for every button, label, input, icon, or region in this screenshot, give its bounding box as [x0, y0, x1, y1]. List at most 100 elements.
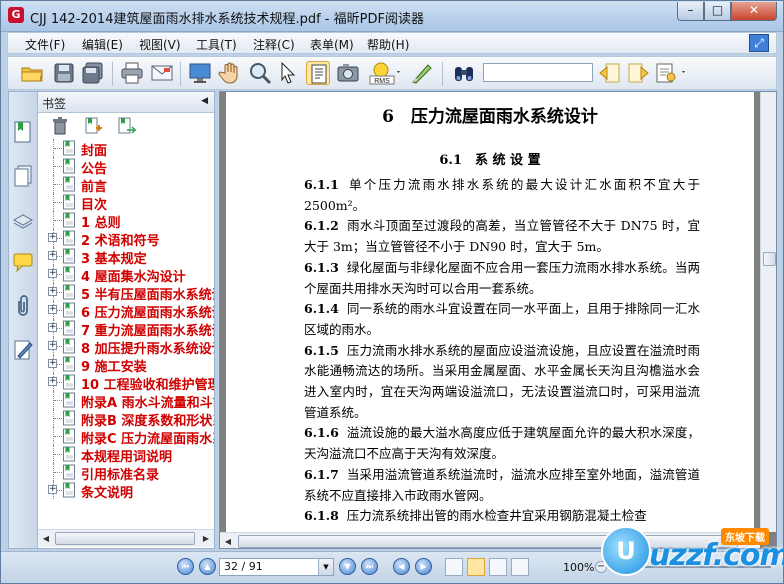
bookmark-item[interactable]: 引用标准名录 — [38, 463, 214, 483]
bookmark-item[interactable]: +6 压力流屋面雨水系统设计 — [38, 301, 214, 321]
bookmark-item[interactable]: +4 屋面集水沟设计 — [38, 265, 214, 285]
bookmark-item[interactable]: + 条文说明 — [38, 481, 214, 501]
select-arrow-icon[interactable] — [276, 61, 300, 85]
email-icon[interactable] — [150, 61, 174, 85]
menu-comment[interactable]: 注释(C) — [253, 36, 295, 53]
continuous-view-icon[interactable] — [467, 558, 485, 576]
restore-layout-icon[interactable]: ⤢ — [749, 34, 769, 52]
print-icon[interactable] — [120, 61, 144, 85]
page-number-input[interactable]: 32 / 91 ▼ — [219, 558, 334, 576]
bookmark-item[interactable]: 附录A 雨水斗流量和斗前水深 — [38, 391, 214, 411]
collapse-panel-button[interactable]: ◀ — [201, 96, 208, 106]
scroll-left-arrow[interactable]: ◀ — [38, 530, 54, 547]
bookmark-item[interactable]: 1 总则 — [38, 211, 214, 231]
expand-bookmark-icon[interactable]: + — [48, 377, 57, 386]
page-dropdown-icon[interactable]: ▼ — [318, 559, 333, 575]
doc-scroll-left-arrow[interactable]: ◀ — [220, 533, 236, 548]
save-as-icon[interactable] — [81, 61, 105, 85]
save-icon[interactable] — [52, 61, 76, 85]
bookmark-scroll-thumb[interactable] — [55, 532, 195, 545]
bookmark-item[interactable]: 前言 — [38, 175, 214, 195]
tree-connector — [54, 436, 62, 437]
bookmark-item[interactable]: +2 术语和符号 — [38, 229, 214, 249]
facing-view-icon[interactable] — [489, 558, 507, 576]
bookmark-page-icon — [62, 482, 77, 498]
back-view-icon[interactable]: ◀ — [393, 558, 410, 575]
comments-tab-icon[interactable] — [12, 250, 34, 274]
previous-page-icon[interactable]: ▲ — [199, 558, 216, 575]
binoculars-icon[interactable] — [452, 61, 476, 85]
annotation-icon[interactable] — [410, 61, 434, 85]
expand-bookmark-icon[interactable]: + — [48, 233, 57, 242]
watermark-badge: 东坡下载 — [721, 528, 769, 545]
bookmark-item[interactable]: +3 基本规定 — [38, 247, 214, 267]
expand-bookmark-icon[interactable]: + — [48, 341, 57, 350]
pages-tab-icon[interactable] — [12, 164, 34, 188]
menu-tools[interactable]: 工具(T) — [196, 36, 237, 53]
bookmark-page-icon — [62, 356, 77, 372]
bookmark-item[interactable]: 附录C 压力流屋面雨水系统 — [38, 427, 214, 447]
bookmark-horizontal-scrollbar[interactable]: ◀ ▶ — [38, 529, 214, 547]
window-title: CJJ 142-2014建筑屋面雨水排水系统技术规程.pdf - 福昕PDF阅读… — [30, 12, 424, 27]
menu-help[interactable]: 帮助(H) — [367, 36, 409, 53]
bookmark-item[interactable]: 封面 — [38, 139, 214, 159]
bookmarks-tab-icon[interactable] — [12, 120, 34, 144]
text-select-icon[interactable] — [306, 61, 330, 85]
close-button[interactable]: ✕ — [731, 2, 777, 21]
expand-bookmark-icon[interactable]: + — [48, 359, 57, 368]
clause-number: 6.1.2 — [304, 218, 339, 234]
first-page-icon[interactable]: ⏮ — [177, 558, 194, 575]
expand-bookmark-icon[interactable]: + — [48, 323, 57, 332]
fullscreen-icon[interactable] — [188, 61, 212, 85]
search-input[interactable] — [483, 63, 593, 82]
menu-edit[interactable]: 编辑(E) — [82, 36, 123, 53]
bookmark-item[interactable]: 本规程用词说明 — [38, 445, 214, 465]
clause-paragraph: 6.1.4 同一系统的雨水斗宜设置在同一水平面上，且用于排除同一汇水区域的雨水。 — [304, 299, 700, 340]
document-vertical-scrollbar[interactable] — [760, 92, 776, 532]
hand-icon[interactable] — [218, 61, 242, 85]
add-bookmark-icon[interactable] — [83, 116, 103, 136]
bookmark-item[interactable]: +9 施工安装 — [38, 355, 214, 375]
bookmark-item[interactable]: +5 半有压屋面雨水系统设计 — [38, 283, 214, 303]
next-result-icon[interactable] — [626, 61, 650, 85]
attachments-tab-icon[interactable] — [12, 294, 34, 318]
bookmark-item[interactable]: +7 重力流屋面雨水系统设计 — [38, 319, 214, 339]
add-child-bookmark-icon[interactable] — [116, 116, 136, 136]
bookmark-item[interactable]: +10 工程验收和维护管理 — [38, 373, 214, 393]
next-page-icon[interactable]: ▼ — [339, 558, 356, 575]
title-bar[interactable]: G CJJ 142-2014建筑屋面雨水排水系统技术规程.pdf - 福昕PDF… — [1, 1, 783, 32]
bookmark-item[interactable]: 目次 — [38, 193, 214, 213]
continuous-facing-view-icon[interactable] — [511, 558, 529, 576]
single-page-view-icon[interactable] — [445, 558, 463, 576]
expand-bookmark-icon[interactable]: + — [48, 251, 57, 260]
signatures-tab-icon[interactable] — [12, 338, 34, 362]
delete-bookmark-icon[interactable] — [50, 116, 70, 136]
expand-bookmark-icon[interactable]: + — [48, 269, 57, 278]
forward-view-icon[interactable]: ▶ — [415, 558, 432, 575]
maximize-button[interactable]: □ — [704, 2, 731, 21]
last-page-icon[interactable]: ⏭ — [361, 558, 378, 575]
bookmark-item[interactable]: 公告 — [38, 157, 214, 177]
bookmark-page-icon — [62, 140, 77, 156]
open-folder-icon[interactable] — [20, 61, 44, 85]
snapshot-icon[interactable] — [336, 61, 360, 85]
expand-bookmark-icon[interactable]: + — [48, 305, 57, 314]
document-scroll-thumb[interactable] — [763, 252, 776, 266]
bookmark-item[interactable]: +8 加压提升雨水系统设计 — [38, 337, 214, 357]
zoom-magnifier-icon[interactable] — [248, 61, 272, 85]
menu-view[interactable]: 视图(V) — [139, 36, 181, 53]
menu-forms[interactable]: 表单(M) — [310, 36, 354, 53]
search-options-icon[interactable] — [654, 61, 688, 85]
layers-tab-icon[interactable] — [12, 208, 34, 232]
minimize-button[interactable]: – — [677, 2, 704, 21]
rms-icon[interactable]: RMS — [368, 61, 402, 85]
expand-bookmark-icon[interactable]: + — [48, 485, 57, 494]
previous-result-icon[interactable] — [598, 61, 622, 85]
bookmark-item[interactable]: 附录B 深度系数和形状系数 — [38, 409, 214, 429]
bookmark-page-icon — [62, 158, 77, 174]
menu-file[interactable]: 文件(F) — [25, 36, 65, 53]
document-viewport[interactable]: 6 压力流屋面雨水系统设计 6.1 系 统 设 置 6.1.1 单个压力流雨水排水… — [219, 91, 777, 549]
expand-bookmark-icon[interactable]: + — [48, 287, 57, 296]
tree-connector — [54, 454, 62, 455]
scroll-right-arrow[interactable]: ▶ — [198, 530, 214, 547]
